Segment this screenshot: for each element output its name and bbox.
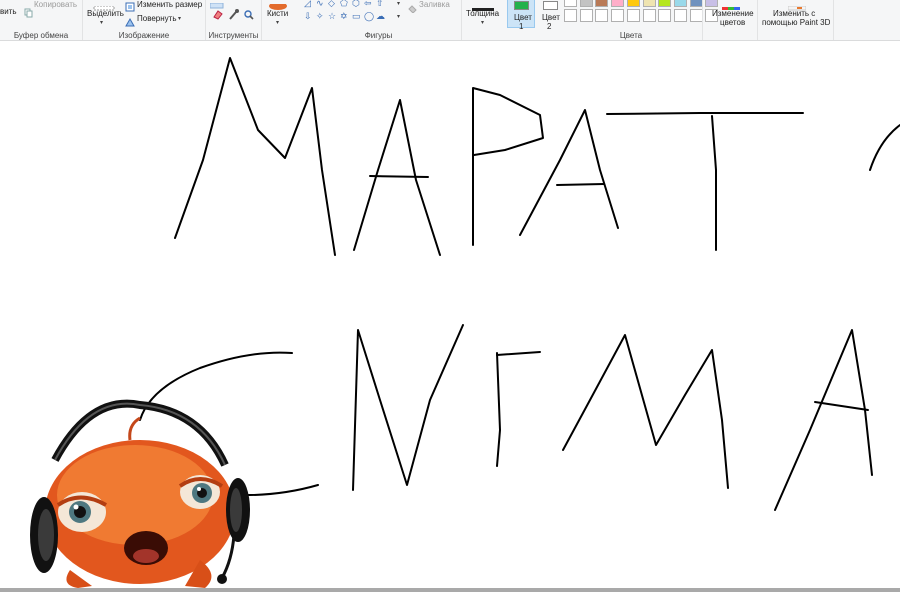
group-label-shapes: Фигуры (364, 31, 393, 40)
group-paint3d: Изменить с помощью Paint 3D (758, 0, 834, 40)
ribbon-toolbar: вить Копировать Буфер обмена Выделить ▾ … (0, 0, 900, 41)
edit-colors-line2[interactable]: цветов (720, 18, 745, 28)
resize-button[interactable]: Изменить размер (137, 0, 202, 10)
shapes-scroll-icon[interactable]: ▾ (397, 0, 400, 7)
status-bar-edge (0, 588, 900, 592)
callout-oval-shape-icon[interactable]: ◯ (364, 11, 374, 21)
line-shape-icon[interactable]: ◿ (304, 0, 311, 8)
hexagon-shape-icon[interactable]: ⬡ (352, 0, 360, 8)
shapes-expand-icon[interactable]: ▾ (397, 13, 400, 20)
star5-shape-icon[interactable]: ☆ (328, 11, 336, 21)
curve-shape-icon[interactable]: ∿ (316, 0, 324, 8)
fill-icon (408, 0, 417, 18)
star4-shape-icon[interactable]: ✧ (316, 11, 324, 21)
word-sigma-strokes (139, 324, 873, 511)
arrow-down-shape-icon[interactable]: ⇩ (304, 11, 312, 21)
group-colors: Цвета (506, 0, 702, 40)
arrow-left-shape-icon[interactable]: ⇦ (364, 0, 372, 8)
shapes-gallery: ◿ ∿ ◇ ⬠ ⬡ ⇦ ⇧ ⇩ ✧ ☆ ✡ ▭ ◯ ☁ (304, 0, 394, 22)
group-label-clipboard: Буфер обмена (13, 31, 69, 40)
word-marat-strokes (174, 57, 900, 256)
copy-button[interactable]: Копировать (34, 0, 77, 10)
callout-rect-shape-icon[interactable]: ▭ (352, 11, 361, 21)
rotate-icon (125, 14, 135, 32)
group-edit-colors: Изменение цветов (702, 0, 758, 40)
select-dropdown-icon[interactable]: ▾ (100, 19, 103, 26)
group-size: Толщина ▾ (462, 0, 506, 40)
mascot-character (30, 399, 250, 588)
copy-icon (24, 5, 33, 23)
arrow-up-shape-icon[interactable]: ⇧ (376, 0, 384, 8)
paint3d-line2[interactable]: помощью Paint 3D (762, 18, 830, 28)
diamond-shape-icon[interactable]: ◇ (328, 0, 335, 8)
drawing-canvas[interactable] (0, 41, 900, 588)
eraser-icon[interactable] (212, 7, 223, 25)
pentagon-shape-icon[interactable]: ⬠ (340, 0, 348, 8)
star6-shape-icon[interactable]: ✡ (340, 11, 348, 21)
fill-button[interactable]: Заливка (419, 0, 450, 10)
size-button[interactable]: Толщина (466, 9, 499, 19)
group-label-tools: Инструменты (208, 31, 259, 40)
color-picker-icon[interactable] (228, 7, 239, 25)
brushes-dropdown-icon[interactable]: ▾ (276, 19, 279, 26)
rotate-dropdown-icon[interactable]: ▾ (178, 15, 181, 22)
rotate-button[interactable]: Повернуть (137, 14, 177, 24)
group-image: Выделить ▾ Изменить размер Повернуть ▾ И… (83, 0, 206, 40)
group-label-image: Изображение (118, 31, 170, 40)
group-brushes: Кисти ▾ (262, 0, 296, 40)
brushes-button[interactable]: Кисти (267, 9, 288, 19)
canvas-drawing (30, 57, 900, 588)
size-dropdown-icon[interactable]: ▾ (481, 19, 484, 26)
group-label-colors: Цвета (619, 31, 643, 40)
group-tools: Инструменты (206, 0, 262, 40)
paste-button[interactable]: вить (0, 7, 17, 17)
select-button[interactable]: Выделить (87, 9, 124, 19)
magnifier-icon[interactable] (243, 7, 254, 25)
callout-cloud-shape-icon[interactable]: ☁ (376, 11, 385, 21)
group-clipboard: вить Копировать Буфер обмена (0, 0, 83, 40)
